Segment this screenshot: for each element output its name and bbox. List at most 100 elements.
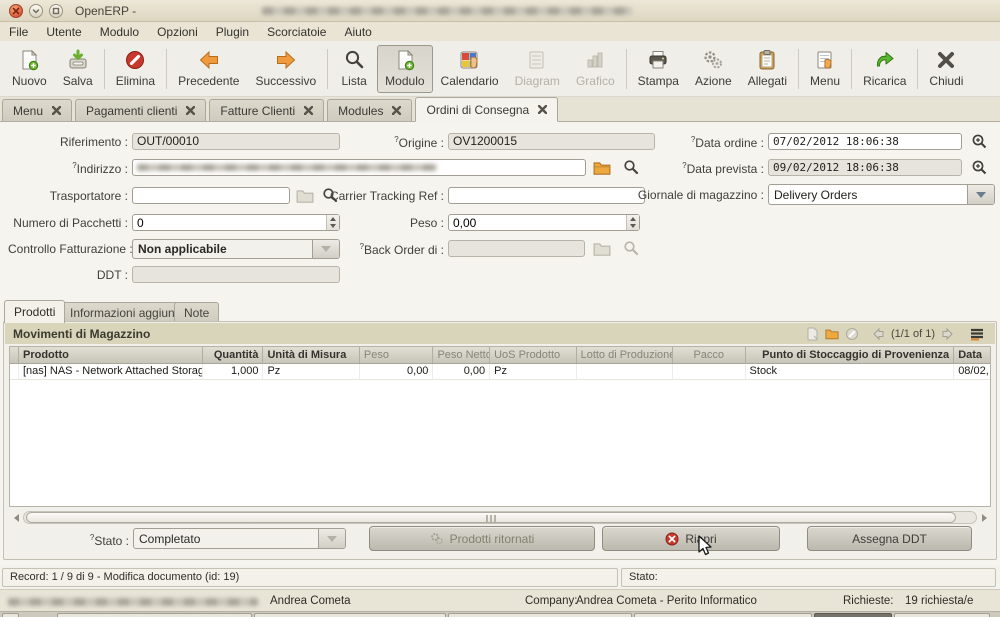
- combo-dropdown-button[interactable]: [967, 185, 994, 204]
- toolbar-button-label: Diagram: [515, 74, 560, 88]
- spinner-arrows[interactable]: [626, 215, 639, 230]
- menu-utente[interactable]: Utente: [37, 24, 90, 40]
- open-row-folder-icon[interactable]: [825, 327, 839, 341]
- peso-label: Peso :: [330, 216, 444, 230]
- numero-pacchetti-spinner[interactable]: 0: [132, 214, 340, 231]
- toolbar-elimina-button[interactable]: Elimina: [108, 45, 163, 93]
- reload-icon: [874, 49, 896, 71]
- column-header-lotto-di-produzione[interactable]: Lotto di Produzione: [577, 347, 673, 363]
- toolbar-nuovo-button[interactable]: Nuovo: [4, 45, 55, 93]
- toolbar-button-label: Ricarica: [863, 74, 906, 88]
- toolbar-button-label: Azione: [695, 74, 732, 88]
- column-header-prodotto[interactable]: Prodotto: [19, 347, 203, 363]
- data-prevista-label: ?Data prevista :: [628, 161, 764, 176]
- taskbar-button-active[interactable]: [814, 613, 892, 617]
- assegna-ddt-button[interactable]: Assegna DDT: [807, 526, 972, 551]
- footer-requests-value[interactable]: 19 richiesta/e: [905, 595, 973, 607]
- tab-menu[interactable]: Menu: [2, 99, 72, 121]
- table-row[interactable]: [nas] NAS - Network Attached Storage 1,0…: [10, 364, 990, 380]
- column-header-unita-di-misura[interactable]: Unità di Misura: [263, 347, 359, 363]
- column-header-quantita[interactable]: Quantità: [203, 347, 264, 363]
- giornale-magazzino-combo[interactable]: Delivery Orders: [768, 184, 995, 205]
- toolbar-allegati-button[interactable]: Allegati: [740, 45, 795, 93]
- scroll-right-icon[interactable]: [977, 511, 991, 524]
- toolbar-menu-button[interactable]: Menu: [802, 45, 848, 93]
- tab-close-icon[interactable]: [52, 106, 61, 115]
- data-ordine-field[interactable]: 07/02/2012 18:06:38: [768, 133, 962, 150]
- column-header-peso-netto[interactable]: Peso Netto: [433, 347, 490, 363]
- date-zoom-icon[interactable]: [971, 159, 989, 175]
- clipboard-icon: [756, 49, 778, 71]
- horizontal-scrollbar[interactable]: [9, 510, 991, 525]
- menu-aiuto[interactable]: Aiuto: [335, 24, 380, 40]
- toolbar-stampa-button[interactable]: Stampa: [630, 45, 687, 93]
- tab-modules[interactable]: Modules: [327, 99, 412, 121]
- menu-file[interactable]: File: [0, 24, 37, 40]
- tab-pagamenti-clienti[interactable]: Pagamenti clienti: [75, 99, 206, 121]
- taskbar-button[interactable]: [254, 613, 446, 617]
- menu-modulo[interactable]: Modulo: [91, 24, 148, 40]
- controllo-fatturazione-value: Non applicabile: [138, 242, 227, 256]
- peso-spinner[interactable]: 0,00: [448, 214, 640, 231]
- toolbar-modulo-button[interactable]: Modulo: [377, 45, 432, 93]
- toolbar-grafico-button: Grafico: [568, 45, 623, 93]
- toolbar-precedente-button[interactable]: Precedente: [170, 45, 247, 93]
- stato-value: Completato: [139, 532, 200, 546]
- scrollbar-thumb[interactable]: [26, 512, 956, 523]
- riapri-button[interactable]: Riapri: [602, 526, 780, 551]
- column-header-punto-di-stoccaggio[interactable]: Punto di Stoccaggio di Provenienza: [746, 347, 955, 363]
- tab-close-icon[interactable]: [392, 106, 401, 115]
- carrier-tracking-ref-field[interactable]: [448, 187, 645, 204]
- column-header-uos-prodotto[interactable]: UoS Prodotto: [490, 347, 576, 363]
- data-prevista-field: 09/02/2012 18:06:38: [768, 159, 962, 176]
- window-minimize-button[interactable]: [29, 4, 43, 18]
- toolbar-button-label: Stampa: [638, 74, 679, 88]
- row-indicator-header: [10, 347, 19, 363]
- toolbar-chiudi-button[interactable]: Chiudi: [921, 45, 971, 93]
- tab-ordini-di-consegna[interactable]: Ordini di Consegna: [415, 97, 558, 122]
- tab-fatture-clienti[interactable]: Fatture Clienti: [209, 99, 324, 121]
- toolbar-button-label: Modulo: [385, 74, 424, 88]
- toolbar-button-label: Chiudi: [929, 74, 963, 88]
- column-header-data[interactable]: Data: [954, 347, 990, 363]
- movimenti-header-band: Movimenti di Magazzino (1/1 of 1): [5, 323, 995, 344]
- toolbar-lista-button[interactable]: Lista: [331, 45, 377, 93]
- open-record-folder-icon[interactable]: [593, 160, 611, 176]
- scroll-left-icon[interactable]: [9, 511, 23, 524]
- arrow-left-icon: [198, 49, 220, 71]
- toolbar-separator: [327, 49, 328, 89]
- open-record-folder-icon-disabled: [593, 241, 611, 257]
- trasportatore-field[interactable]: [132, 187, 290, 204]
- window-maximize-button[interactable]: [49, 4, 63, 18]
- tab-close-icon[interactable]: [304, 106, 313, 115]
- menu-opzioni[interactable]: Opzioni: [148, 24, 207, 40]
- stato-status-text: Stato:: [629, 571, 658, 583]
- menu-plugin[interactable]: Plugin: [207, 24, 258, 40]
- window-close-button[interactable]: [9, 4, 23, 18]
- scrollbar-trough[interactable]: [23, 511, 977, 524]
- toolbar-successivo-button[interactable]: Successivo: [247, 45, 324, 93]
- toolbar-calendario-button[interactable]: Calendario: [433, 45, 507, 93]
- taskbar-button[interactable]: [894, 613, 990, 617]
- column-header-pacco[interactable]: Pacco: [673, 347, 746, 363]
- notebook-tab-note[interactable]: Note: [174, 302, 219, 323]
- table-header-row: Prodotto Quantità Unità di Misura Peso P…: [10, 347, 990, 364]
- taskbar-button[interactable]: [57, 613, 252, 617]
- footer-requests-label[interactable]: Richieste:: [843, 595, 894, 607]
- taskbar-button[interactable]: [634, 613, 812, 617]
- tab-close-icon[interactable]: [538, 105, 547, 114]
- toolbar-azione-button[interactable]: Azione: [687, 45, 740, 93]
- taskbar-button[interactable]: [448, 613, 632, 617]
- notebook-tab-prodotti[interactable]: Prodotti: [4, 300, 65, 323]
- column-header-peso[interactable]: Peso: [360, 347, 434, 363]
- indirizzo-field[interactable]: [132, 159, 586, 176]
- toolbar-button-label: Elimina: [116, 74, 155, 88]
- toolbar-ricarica-button[interactable]: Ricarica: [855, 45, 914, 93]
- taskbar-button[interactable]: [2, 613, 19, 617]
- menu-scorciatoie[interactable]: Scorciatoie: [258, 24, 335, 40]
- tab-close-icon[interactable]: [186, 106, 195, 115]
- date-zoom-icon[interactable]: [971, 133, 989, 149]
- toolbar-salva-button[interactable]: Salva: [55, 45, 101, 93]
- open-record-folder-icon-disabled: [296, 188, 314, 204]
- switch-view-icon[interactable]: [969, 327, 985, 341]
